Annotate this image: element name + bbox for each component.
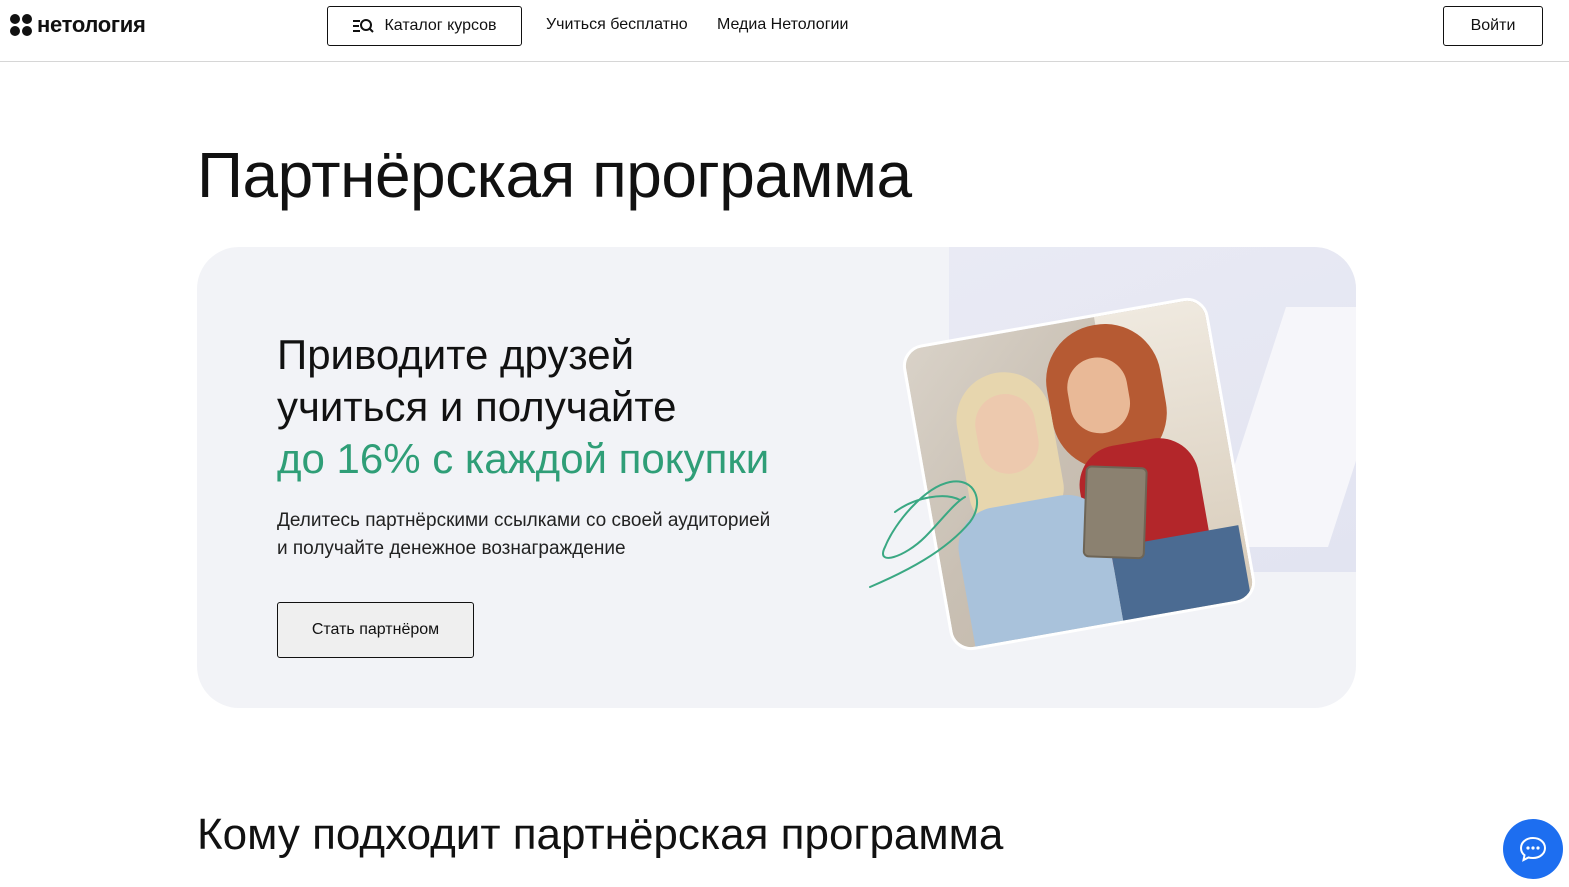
logo[interactable]: нетология <box>10 12 146 38</box>
chat-button[interactable] <box>1503 819 1563 879</box>
hero-description: Делитесь партнёрскими ссылками со своей … <box>277 507 770 563</box>
hero-heading-line2: учиться и получайте <box>277 383 677 430</box>
catalog-label: Каталог курсов <box>384 17 497 34</box>
site-header: нетология Каталог курсов Учиться бесплат… <box>0 0 1569 62</box>
hero-card: Приводите друзей учиться и получайте до … <box>197 247 1356 708</box>
hero-heading: Приводите друзей учиться и получайте до … <box>277 329 769 485</box>
nav-free-learning[interactable]: Учиться бесплатно <box>546 16 688 34</box>
become-partner-button[interactable]: Стать партнёром <box>277 602 474 658</box>
logo-text: нетология <box>37 12 146 37</box>
hero-description-line1: Делитесь партнёрскими ссылками со своей … <box>277 510 771 531</box>
hero-heading-line1: Приводите друзей <box>277 331 635 378</box>
search-menu-icon <box>353 19 375 33</box>
login-button[interactable]: Войти <box>1443 6 1543 46</box>
hero-description-line2: и получайте денежное вознаграждение <box>277 538 626 559</box>
chat-bubble-icon <box>1519 836 1547 862</box>
section-title: Кому подходит партнёрская программа <box>197 810 1004 859</box>
nav-media[interactable]: Медиа Нетологии <box>717 16 848 34</box>
page-title: Партнёрская программа <box>197 139 912 211</box>
squiggle-decoration <box>869 480 979 588</box>
logo-icon <box>10 14 32 36</box>
catalog-button[interactable]: Каталог курсов <box>327 6 522 46</box>
hero-heading-accent: до 16% с каждой покупки <box>277 435 770 482</box>
